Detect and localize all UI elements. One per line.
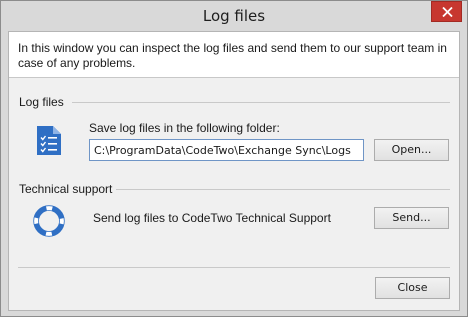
log-files-group-label: Log files	[19, 95, 64, 109]
close-icon	[442, 7, 453, 17]
intro-text: In this window you can inspect the log f…	[18, 41, 447, 70]
lifebuoy-icon	[33, 205, 65, 237]
technical-support-group-label: Technical support	[19, 182, 113, 196]
send-logs-label: Send log files to CodeTwo Technical Supp…	[93, 211, 331, 225]
intro-panel: In this window you can inspect the log f…	[9, 32, 459, 78]
document-checklist-icon	[37, 126, 61, 155]
open-button[interactable]: Open...	[374, 139, 449, 161]
title-bar[interactable]: Log files	[1, 1, 467, 32]
window-title: Log files	[202, 7, 266, 25]
dialog-body: In this window you can inspect the log f…	[8, 31, 460, 311]
close-button[interactable]: Close	[375, 277, 450, 299]
technical-support-divider	[116, 189, 450, 190]
footer-divider	[18, 267, 450, 268]
window-close-button[interactable]	[431, 1, 462, 22]
folder-label: Save log files in the following folder:	[89, 121, 280, 135]
log-files-window: Log files In this window you can inspect…	[0, 0, 468, 317]
log-files-divider	[72, 102, 450, 103]
send-button[interactable]: Send...	[374, 207, 449, 229]
log-folder-path-field[interactable]	[89, 139, 364, 161]
